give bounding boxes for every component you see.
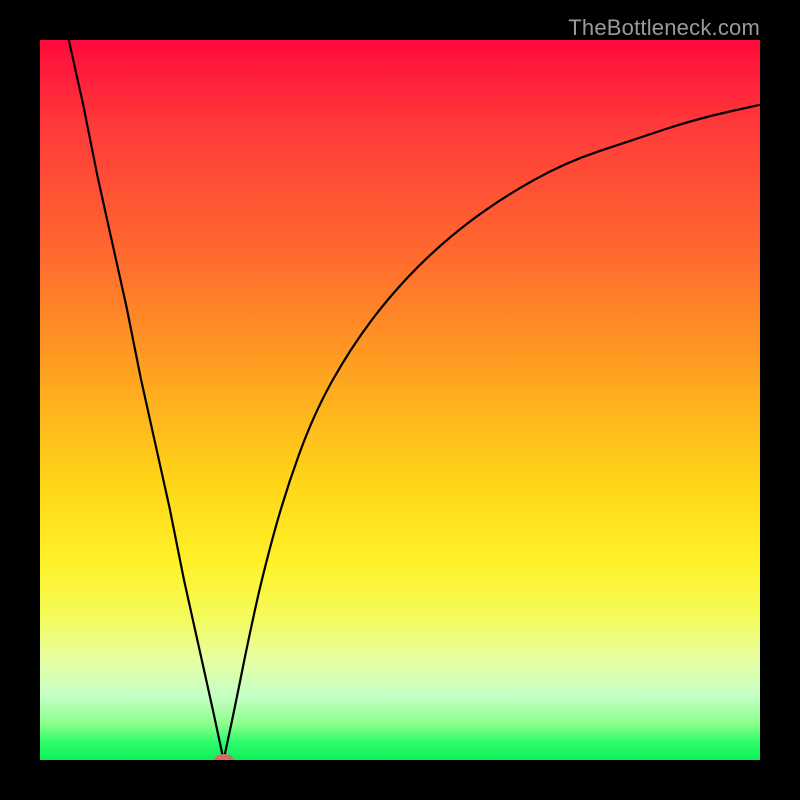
curve-svg (40, 40, 760, 760)
chart-frame: TheBottleneck.com (0, 0, 800, 800)
curve-right-branch (224, 105, 760, 760)
curve-left-branch (69, 40, 224, 760)
plot-area (40, 40, 760, 760)
watermark-text: TheBottleneck.com (568, 15, 760, 41)
bottleneck-marker (214, 754, 234, 760)
